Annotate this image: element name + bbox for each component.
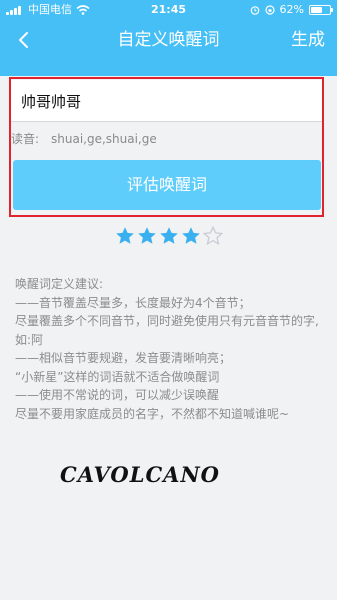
battery-icon xyxy=(309,5,333,15)
battery-fill xyxy=(311,7,322,13)
generate-button[interactable]: 生成 xyxy=(291,20,325,60)
star-filled-icon xyxy=(159,227,178,244)
tip-line: ——音节覆盖尽量多，长度最好为4个音节； xyxy=(15,295,251,310)
star-filled-icon xyxy=(115,227,134,244)
pronunciation-row: 读音: shuai,ge,shuai,ge xyxy=(9,122,324,156)
header: 中国电信 21:45 62% 自定义唤醒词 生成 xyxy=(0,0,337,76)
evaluate-button[interactable]: 评估唤醒词 xyxy=(13,160,321,210)
star-filled-icon xyxy=(137,227,156,244)
tip-line: 尽量不要用家庭成员的名字，不然都不知道喊谁呢~ xyxy=(15,406,290,421)
pronunciation-value: shuai,ge,shuai,ge xyxy=(51,132,157,146)
wake-word-row xyxy=(9,80,324,122)
nav-bar: 自定义唤醒词 生成 xyxy=(0,20,337,60)
tips-title: 唤醒词定义建议: xyxy=(15,277,104,291)
tip-line: ——使用不常说的词，可以减少误唤醒 xyxy=(15,388,220,402)
status-right: 62% xyxy=(250,0,333,20)
status-bar: 中国电信 21:45 62% xyxy=(0,0,337,20)
tip-line: “小新星”这样的词语就不适合做唤醒词 xyxy=(15,369,220,384)
alarm-icon xyxy=(250,6,259,15)
page-title: 自定义唤醒词 xyxy=(117,30,220,50)
star-filled-icon xyxy=(181,227,200,244)
rating-stars xyxy=(0,226,337,248)
pronunciation-label: 读音: xyxy=(11,132,40,146)
tips-section: 唤醒词定义建议: ——音节覆盖尽量多，长度最好为4个音节； 尽量覆盖多个不同音节… xyxy=(15,275,325,423)
battery-percent: 62% xyxy=(279,3,304,16)
watermark-text: CAVOLCANO xyxy=(60,462,220,487)
orientation-lock-icon xyxy=(264,5,275,15)
star-empty-icon xyxy=(202,226,223,246)
wake-word-input[interactable] xyxy=(9,80,324,122)
tip-line: 尽量覆盖多个不同音节，同时避免使用只有元音音节的字,如:阿 xyxy=(15,314,319,347)
tip-line: ——相似音节要规避，发音要清晰响亮； xyxy=(15,351,232,365)
